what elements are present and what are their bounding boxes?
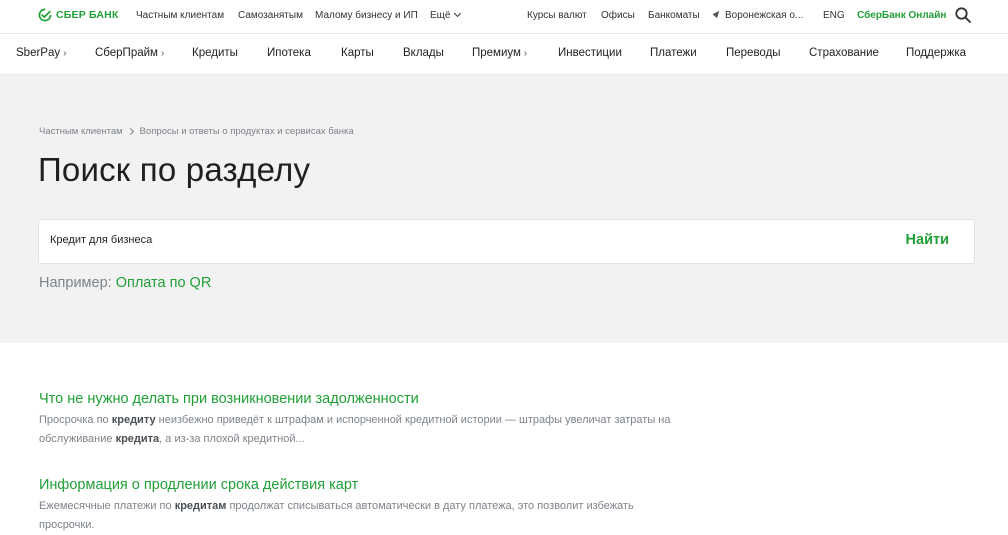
sber-logo[interactable]: СБЕР БАНК	[38, 8, 119, 22]
nav-item-credits[interactable]: Кредиты	[192, 47, 238, 59]
result-title[interactable]: Что не нужно делать при возникновении за…	[39, 391, 679, 407]
snippet-text: Просрочка по	[39, 414, 112, 426]
nav-item-insurance[interactable]: Страхование	[809, 47, 879, 59]
nav-label: SberPay	[16, 47, 61, 59]
search-input[interactable]	[50, 234, 750, 246]
toplink-more[interactable]: Ещё	[430, 9, 462, 21]
nav-item-investments[interactable]: Инвестиции	[558, 47, 622, 59]
nav-item-premium[interactable]: Премиум ›	[472, 47, 527, 59]
result-snippet: Ежемесячные платежи по кредитам продолжа…	[39, 497, 679, 535]
breadcrumb: Частным клиентам Вопросы и ответы о прод…	[39, 126, 354, 137]
nav-item-cards[interactable]: Карты	[341, 47, 374, 59]
toplink-offices[interactable]: Офисы	[601, 10, 635, 21]
nav-item-support[interactable]: Поддержка	[906, 47, 966, 59]
toplink-private-clients[interactable]: Частным клиентам	[136, 10, 224, 21]
nav-item-sberprime[interactable]: СберПрайм ›	[95, 47, 164, 59]
toplink-small-business[interactable]: Малому бизнесу и ИП	[315, 10, 418, 21]
chevron-down-icon	[454, 9, 462, 18]
breadcrumb-item-faq[interactable]: Вопросы и ответы о продуктах и сервисах …	[140, 126, 354, 137]
result-title[interactable]: Информация о продлении срока действия ка…	[39, 477, 679, 493]
breadcrumb-item-private-clients[interactable]: Частным клиентам	[39, 126, 123, 137]
language-switch[interactable]: ENG	[823, 10, 845, 21]
location-arrow-icon	[712, 8, 722, 19]
main-nav: SberPay › СберПрайм › Кредиты Ипотека Карт…	[0, 35, 1008, 75]
search-example: Например: Оплата по QR	[39, 275, 211, 291]
toplink-exchange-rates[interactable]: Курсы валют	[527, 10, 587, 21]
nav-item-payments[interactable]: Платежи	[650, 47, 697, 59]
nav-item-transfers[interactable]: Переводы	[726, 47, 781, 59]
toplink-self-employed[interactable]: Самозанятым	[238, 10, 303, 21]
search-section: Частным клиентам Вопросы и ответы о прод…	[0, 75, 1008, 343]
sber-logo-icon	[38, 8, 52, 22]
example-link[interactable]: Оплата по QR	[116, 275, 212, 291]
find-button[interactable]: Найти	[906, 232, 949, 248]
snippet-text: , а из-за плохой кредитной...	[159, 433, 305, 445]
snippet-text: Ежемесячные платежи по	[39, 500, 175, 512]
nav-label: СберПрайм	[95, 47, 158, 59]
page-title: Поиск по разделу	[38, 151, 311, 188]
search-result: Что не нужно делать при возникновении за…	[39, 391, 679, 449]
region-selector[interactable]: Воронежская о...	[712, 8, 804, 21]
sberbank-online-link[interactable]: СберБанк Онлайн	[857, 10, 946, 21]
search-box: Найти	[38, 219, 975, 264]
toplink-more-label: Ещё	[430, 10, 451, 21]
chevron-right-icon	[126, 127, 134, 136]
chevron-right-icon: ›	[63, 48, 67, 59]
snippet-highlight: кредитам	[174, 500, 227, 512]
chevron-right-icon: ›	[523, 48, 528, 59]
snippet-highlight: кредиту	[111, 414, 156, 426]
snippet-highlight: кредита	[115, 433, 160, 445]
region-label: Воронежская о...	[725, 10, 804, 21]
result-snippet: Просрочка по кредиту неизбежно приведёт …	[39, 411, 679, 449]
nav-label: Премиум	[472, 47, 521, 59]
brand-name: СБЕР БАНК	[56, 9, 119, 21]
nav-item-mortgage[interactable]: Ипотека	[267, 47, 311, 59]
top-bar: СБЕР БАНК Частным клиентам Самозанятым М…	[0, 0, 1008, 34]
toplink-atms[interactable]: Банкоматы	[648, 10, 700, 21]
chevron-right-icon: ›	[160, 48, 165, 59]
search-icon[interactable]	[955, 7, 971, 23]
example-label: Например:	[39, 275, 112, 291]
search-result: Информация о продлении срока действия ка…	[39, 477, 679, 535]
nav-item-sberpay[interactable]: SberPay ›	[16, 47, 66, 59]
nav-item-deposits[interactable]: Вклады	[403, 47, 444, 59]
